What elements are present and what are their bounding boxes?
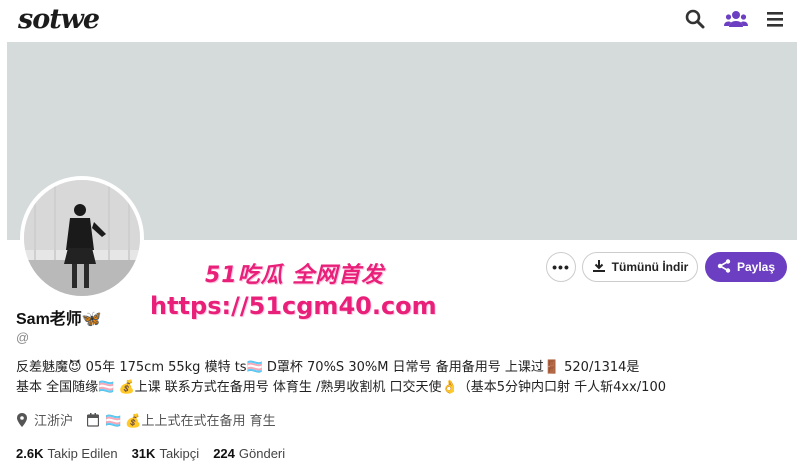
- posts-label: Gönderi: [238, 446, 286, 461]
- profile-meta: 江浙沪 🏳️‍⚧️ 💰上上式在式在备用 育生: [16, 410, 276, 429]
- profile-stats: 2.6K Takip Edilen 31K Takipçi 224 Gönderi: [16, 446, 285, 461]
- location-text: 江浙沪: [34, 414, 74, 429]
- bio-line-1: 反差魅魔😈 05年 175cm 55kg 模特 ts🏳️‍⚧️ D罩杯 70%S…: [16, 360, 640, 375]
- download-all-button[interactable]: Tümünü İndir: [582, 252, 698, 282]
- bio-line-2: 基本 全国随缘🏳️‍⚧️ 💰上课 联系方式在备用号 体育生 /熟男收割机 口交天…: [16, 380, 666, 395]
- watermark-title: 51吃瓜 全网首发: [205, 263, 385, 288]
- top-icons-group: [684, 8, 786, 30]
- followers-count: 31K: [131, 446, 156, 461]
- location-icon: [16, 412, 28, 427]
- watermark-url: https://51cgm40.com: [150, 292, 437, 320]
- top-navbar: sotwe: [0, 0, 800, 42]
- download-icon: [592, 259, 606, 276]
- avatar[interactable]: [20, 176, 144, 300]
- posts-count: 224: [213, 446, 235, 461]
- stat-followers[interactable]: 31K Takipçi: [132, 446, 200, 461]
- share-button[interactable]: Paylaş: [705, 252, 787, 282]
- following-label: Takip Edilen: [47, 446, 118, 461]
- site-logo[interactable]: sotwe: [18, 4, 100, 35]
- stat-following[interactable]: 2.6K Takip Edilen: [16, 446, 118, 461]
- download-all-label: Tümünü İndir: [611, 260, 689, 274]
- profile-bio: 反差魅魔😈 05年 175cm 55kg 模特 ts🏳️‍⚧️ D罩杯 70%S…: [16, 358, 786, 398]
- calendar-icon: [86, 412, 100, 427]
- search-icon[interactable]: [684, 8, 706, 30]
- more-options-button[interactable]: •••: [546, 252, 576, 282]
- user-handle: @: [16, 330, 30, 345]
- share-icon: [717, 258, 731, 276]
- extra-meta-text: 🏳️‍⚧️ 💰上上式在式在备用 育生: [105, 414, 276, 429]
- users-icon[interactable]: [724, 8, 748, 30]
- following-count: 2.6K: [16, 446, 44, 461]
- display-name: Sam老师🦋: [16, 311, 102, 328]
- followers-label: Takipçi: [159, 446, 200, 461]
- menu-icon[interactable]: [764, 8, 786, 30]
- stat-posts[interactable]: 224 Gönderi: [213, 446, 285, 461]
- share-label: Paylaş: [736, 260, 776, 274]
